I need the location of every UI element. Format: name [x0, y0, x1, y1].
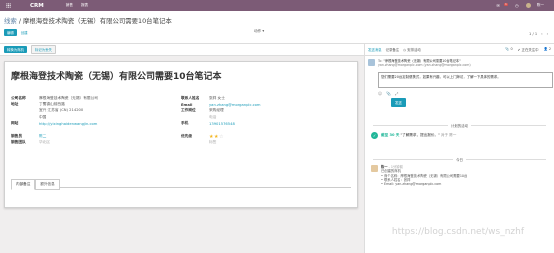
activity-due: 截至 30 天 [381, 132, 400, 137]
author-avatar [368, 59, 375, 66]
chat-count-badge: 1 [504, 2, 508, 6]
job-position-value[interactable]: 采购经理 [209, 108, 224, 113]
field-label-company: 公司名称 [11, 95, 26, 100]
notebook-tabs: 内部备注 额外信息 [11, 179, 60, 190]
convert-to-opportunity-button[interactable]: 转换为商机 [4, 46, 27, 53]
action-dropdown[interactable]: 动作 ▾ [254, 29, 264, 34]
field-label-address: 地址 [11, 102, 19, 107]
planned-activities-separator[interactable]: 计划的活动 [373, 123, 546, 128]
activity-clock-icon[interactable]: ◷ [514, 3, 520, 9]
message-author-avatar [371, 164, 378, 172]
message-line: • Email: yan.zhang@morganplc.com [381, 182, 442, 187]
today-separator: 今日 [373, 157, 546, 162]
tags-placeholder[interactable]: 标签 [209, 140, 216, 145]
user-menu[interactable]: 陈一 [537, 3, 544, 8]
city-state-zip-value[interactable]: 宜兴 江苏省 (CN) 214200 [39, 108, 83, 113]
schedule-activity-button[interactable]: ◷ 安排活动 [403, 47, 421, 52]
contact-name-value[interactable]: 张祥 女士 [209, 96, 225, 101]
control-panel: 线索 / 摩根海登技术陶瓷（无锡）有限公司需要10台笔记本 编辑 创建 动作 ▾… [0, 11, 554, 44]
sales-team-value[interactable]: 华北区 [39, 140, 50, 145]
field-label-contact-name: 联系人姓名 [181, 95, 200, 100]
chatter-toolbar-right: 📎 0 ✔ 正在关注中 👤 2 [505, 47, 551, 52]
message-item: 陈一 - 1分钟前 已创建的商机 • 商个名称：摩根海登技术陶瓷（无锡）有限公司… [365, 162, 554, 190]
tab-internal-notes[interactable]: 内部备注 [11, 179, 36, 190]
activity-summary: "了解需求，提出报价。" [400, 132, 440, 137]
field-label-salesperson: 销售员 [11, 134, 23, 139]
attach-icon[interactable]: 📎 [386, 91, 391, 96]
website-link[interactable]: http://yixinghaidenwangjin.com [39, 122, 97, 126]
to-prefix: To: [378, 59, 383, 63]
composer-info: To: "摩根海登技术陶瓷（无锡）有限公司需要10台笔记本" yan.zhang… [378, 59, 471, 68]
pager-next-icon[interactable]: › [547, 32, 548, 36]
activity-assignee: 对于 陈一 [440, 132, 457, 137]
chatter-panel: 发送消息 记录备注 ◷ 安排活动 📎 0 ✔ 正在关注中 👤 2 To: "摩根… [364, 44, 554, 253]
composer-tools: ☺ 📎 ⤢ [378, 91, 551, 96]
followers-count[interactable]: 👤 2 [544, 47, 551, 52]
company-name-value[interactable]: 摩根海登技术陶瓷（无锡）有限公司 [39, 96, 98, 101]
log-note-button[interactable]: 记录备注 [386, 47, 400, 52]
tab-divider [11, 187, 351, 188]
pager-value[interactable]: 1 / 1 [529, 32, 537, 36]
field-label-job-position: 工作岗位 [181, 108, 196, 113]
field-label-email: Email [181, 102, 193, 107]
form-buttons: 编辑 创建 [4, 29, 28, 36]
apps-menu-icon[interactable] [3, 1, 13, 11]
email-link[interactable]: yan.zhang@morganplc.com [209, 103, 261, 107]
attachment-count[interactable]: 📎 0 [505, 47, 512, 52]
systray: ✉ 1 ◷ 陈一 [495, 2, 544, 9]
composer-subject: "摩根海登技术陶瓷（无锡）有限公司需要10台笔记本" [383, 59, 461, 63]
app-name: CRM [30, 2, 44, 9]
pager: 1 / 1 ‹ › [529, 32, 548, 36]
field-label-sales-team: 销售团队 [11, 140, 26, 145]
record-title: 摩根海登技术陶瓷（无锡）有限公司需要10台笔记本 [11, 72, 222, 82]
status-bar: 转换为商机 标记为丢失 [0, 44, 364, 56]
phone-placeholder[interactable]: 电话 [209, 115, 216, 120]
country-value[interactable]: 中国 [39, 115, 46, 120]
user-avatar[interactable] [525, 3, 531, 8]
send-message-button[interactable]: 发送消息 [368, 47, 382, 52]
star-empty-icon[interactable]: ☆ [219, 134, 224, 140]
mark-lost-button[interactable]: 标记为丢失 [30, 45, 56, 54]
tab-extra-info[interactable]: 额外信息 [35, 179, 60, 190]
watermark: https://blog.csdn.net/ws_nzhf [391, 227, 524, 237]
menu-item-sales[interactable]: 销售 [66, 3, 73, 8]
right-field-group: 联系人姓名 张祥 女士 Email yan.zhang@morganplc.com … [181, 95, 261, 146]
pager-prev-icon[interactable]: ‹ [541, 32, 542, 36]
edit-button[interactable]: 编辑 [4, 29, 17, 36]
expand-icon[interactable]: ⤢ [395, 91, 398, 96]
field-label-priority: 优先级 [181, 134, 193, 139]
create-button[interactable]: 创建 [21, 30, 28, 35]
breadcrumb-parent[interactable]: 线索 [4, 17, 17, 25]
activity-check-icon[interactable]: ✓ [371, 131, 378, 139]
message-input[interactable]: 您们需要20台定制便携式，如果有兴趣，可以上门拜访，了解一下具体的需求。 [378, 71, 553, 88]
street-value[interactable]: 丁蜀镇山前西路 [39, 102, 65, 107]
breadcrumb: 线索 / 摩根海登技术陶瓷（无锡）有限公司需要10台笔记本 [4, 16, 172, 25]
discuss-icon[interactable]: ✉ [495, 3, 501, 9]
send-button[interactable]: 发送 [391, 97, 406, 107]
top-navbar: CRM 销售 报表 ✉ 1 ◷ 陈一 [0, 0, 554, 11]
left-field-group: 公司名称 摩根海登技术陶瓷（无锡）有限公司 地址 丁蜀镇山前西路 宜兴 江苏省 (C… [11, 95, 98, 146]
field-label-website: 网站 [11, 121, 19, 126]
field-label-mobile: 手机 [181, 121, 189, 126]
menu-item-reports[interactable]: 报表 [81, 3, 88, 8]
form-sheet: 摩根海登技术陶瓷（无锡）有限公司需要10台笔记本 公司名称 摩根海登技术陶瓷（无锡… [4, 61, 358, 208]
activity-item: ✓ 截至 30 天 "了解需求，提出报价。" 对于 陈一 [365, 128, 554, 143]
emoji-icon[interactable]: ☺ [378, 91, 382, 96]
chatter-toolbar: 发送消息 记录备注 ◷ 安排活动 📎 0 ✔ 正在关注中 👤 2 [365, 44, 554, 56]
breadcrumb-current: 摩根海登技术陶瓷（无锡）有限公司需要10台笔记本 [23, 17, 172, 25]
priority-stars[interactable]: ★★☆ [209, 134, 224, 140]
mobile-link[interactable]: 13901576548 [209, 122, 235, 126]
main-menu: 销售 报表 [66, 3, 88, 8]
message-composer: To: "摩根海登技术陶瓷（无锡）有限公司需要10台笔记本" yan.zhang… [365, 56, 554, 107]
salesperson-link[interactable]: 陈二 [39, 134, 46, 139]
composer-recipient[interactable]: yan.zhang@morganplc.com (yan.zhang@morga… [378, 63, 471, 67]
following-button[interactable]: ✔ 正在关注中 [518, 47, 539, 52]
